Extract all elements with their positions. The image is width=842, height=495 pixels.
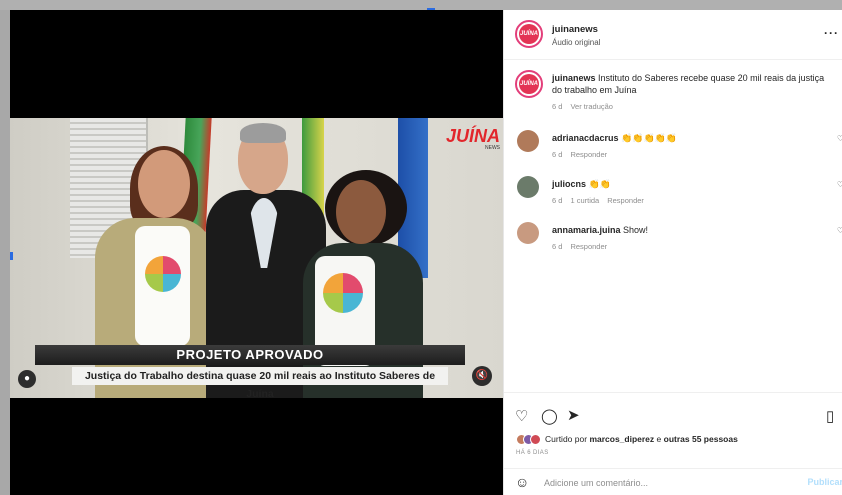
comment-avatar[interactable] xyxy=(517,130,539,152)
likes-prefix: Curtido por xyxy=(545,434,588,444)
caption-time: 6 d xyxy=(552,102,563,111)
comment: annamaria.juina Show! xyxy=(552,224,832,236)
selection-marker xyxy=(10,252,13,260)
comment-text: 👏👏 xyxy=(588,179,611,189)
person-hair xyxy=(240,123,286,143)
caption-username[interactable]: juinanews xyxy=(552,73,596,83)
author-username[interactable]: juinanews xyxy=(552,24,598,35)
likes-user[interactable]: marcos_diperez xyxy=(589,434,654,444)
post-header: JUÍNA juinanews Áudio original ··· xyxy=(504,10,842,60)
caption-meta: 6 d Ver tradução xyxy=(552,102,621,111)
comment-time: 6 d xyxy=(552,242,563,251)
share-icon[interactable]: ➤ xyxy=(567,406,580,424)
tagged-user-icon[interactable]: ● xyxy=(18,370,36,388)
post-sidebar: JUÍNA juinanews Áudio original ··· JUÍNA… xyxy=(503,10,842,495)
comment-input[interactable] xyxy=(544,475,764,491)
shirt-logo xyxy=(145,256,181,292)
comment-text: Show! xyxy=(623,225,649,235)
top-bar xyxy=(0,0,842,10)
author-avatar[interactable]: JUÍNA xyxy=(515,20,543,48)
avatar-text: JUÍNA xyxy=(519,24,539,44)
like-comment-icon[interactable]: ♡ xyxy=(837,180,842,189)
post-caption: juinanews Instituto do Saberes recebe qu… xyxy=(552,72,832,96)
banner-title: PROJETO APROVADO xyxy=(35,345,465,365)
likes-middle: e xyxy=(656,434,662,444)
reply-button[interactable]: Responder xyxy=(570,242,607,251)
post-media[interactable]: JUÍNA NEWS PROJETO APROVADO Justiça do Tr… xyxy=(10,10,503,495)
reply-button[interactable]: Responder xyxy=(570,150,607,159)
post-modal: JUÍNA NEWS PROJETO APROVADO Justiça do Tr… xyxy=(10,10,842,495)
comment-meta: 6 d Responder xyxy=(552,150,615,159)
publish-button[interactable]: Publicar xyxy=(807,477,842,487)
add-comment-bar: ☺ Publicar xyxy=(504,468,842,495)
comment-username[interactable]: juliocns xyxy=(552,179,586,189)
shirt-logo xyxy=(323,273,363,313)
liker-avatars xyxy=(516,434,541,446)
audio-label[interactable]: Áudio original xyxy=(552,38,600,47)
like-comment-icon[interactable]: ♡ xyxy=(837,134,842,143)
person-head xyxy=(138,150,190,218)
likes-summary: Curtido por marcos_diperez e outras 55 p… xyxy=(545,434,738,444)
comment-text: 👏👏👏👏👏 xyxy=(621,133,678,143)
banner-subtitle: Justiça do Trabalho destina quase 20 mil… xyxy=(72,367,448,400)
comment-username[interactable]: adrianacdacrus xyxy=(552,133,619,143)
logo-text: JUÍNA xyxy=(445,126,500,146)
save-icon[interactable]: ▯ xyxy=(826,407,834,425)
comment-meta: 6 d 1 curtida Responder xyxy=(552,196,652,205)
comment-avatar[interactable] xyxy=(517,176,539,198)
browser-frame: JUÍNA NEWS PROJETO APROVADO Justiça do Tr… xyxy=(0,0,842,495)
post-date: HÁ 6 DIAS xyxy=(516,450,549,456)
mute-icon[interactable]: 🔇 xyxy=(472,366,492,386)
translate-link[interactable]: Ver tradução xyxy=(570,102,613,111)
likes-others[interactable]: outras 55 pessoas xyxy=(664,434,738,444)
comment: adrianacdacrus 👏👏👏👏👏 xyxy=(552,132,832,144)
comment-time: 6 d xyxy=(552,196,563,205)
comment: juliocns 👏👏 xyxy=(552,178,832,190)
liker-avatar xyxy=(530,434,541,445)
like-icon[interactable]: ♡ xyxy=(515,407,528,425)
like-comment-icon[interactable]: ♡ xyxy=(837,226,842,235)
comment-meta: 6 d Responder xyxy=(552,242,615,251)
comment-username[interactable]: annamaria.juina xyxy=(552,225,621,235)
emoji-icon[interactable]: ☺ xyxy=(515,474,529,490)
comment-icon[interactable]: ◯ xyxy=(541,407,558,425)
comment-time: 6 d xyxy=(552,150,563,159)
juina-logo: JUÍNA NEWS xyxy=(430,126,500,152)
reply-button[interactable]: Responder xyxy=(607,196,644,205)
comment-likes[interactable]: 1 curtida xyxy=(570,196,599,205)
person-head xyxy=(336,180,386,244)
more-options-icon[interactable]: ··· xyxy=(824,26,839,40)
avatar-text: JUÍNA xyxy=(519,74,539,94)
caption-avatar[interactable]: JUÍNA xyxy=(515,70,543,98)
comment-avatar[interactable] xyxy=(517,222,539,244)
